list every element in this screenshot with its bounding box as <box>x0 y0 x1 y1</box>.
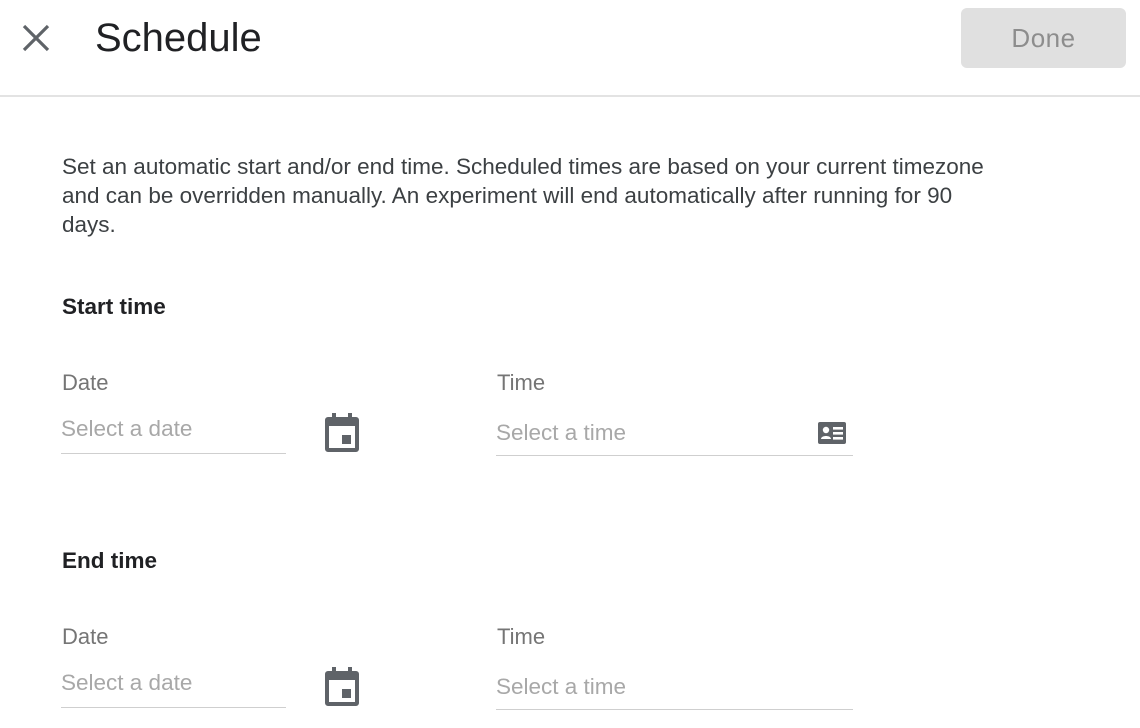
start-time-placeholder: Select a time <box>496 420 627 445</box>
dialog-header: Schedule Done <box>0 0 1140 97</box>
done-button[interactable]: Done <box>961 8 1126 68</box>
start-time-input[interactable]: Select a time <box>496 412 853 456</box>
end-time-label: Time <box>497 624 546 649</box>
end-date-label: Date <box>62 624 109 649</box>
dialog-title: Schedule <box>95 16 262 60</box>
start-date-label: Date <box>62 370 109 395</box>
calendar-icon <box>325 667 359 706</box>
end-date-placeholder: Select a date <box>61 670 193 695</box>
end-time-input[interactable]: Select a time <box>496 666 853 710</box>
start-time-label: Time <box>497 370 546 395</box>
schedule-description: Set an automatic start and/or end time. … <box>62 154 984 237</box>
close-icon <box>22 24 50 52</box>
start-date-picker-button[interactable] <box>322 412 362 454</box>
calendar-icon <box>325 413 359 452</box>
end-time-placeholder: Select a time <box>496 674 627 699</box>
start-date-placeholder: Select a date <box>61 416 193 441</box>
start-date-input[interactable]: Select a date <box>61 412 286 454</box>
end-date-picker-button[interactable] <box>322 666 362 708</box>
contact-card-icon[interactable] <box>818 421 846 445</box>
close-button[interactable] <box>14 16 58 60</box>
end-date-input[interactable]: Select a date <box>61 666 286 708</box>
end-time-heading: End time <box>62 548 158 573</box>
start-time-heading: Start time <box>62 294 166 319</box>
